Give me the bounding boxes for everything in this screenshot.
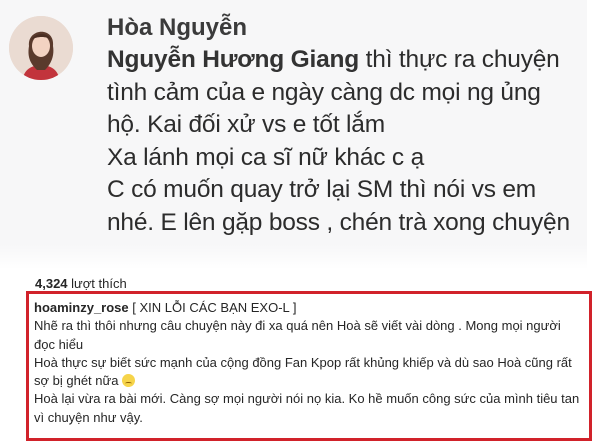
- post-caption: hoaminzy_rose [ XIN LỖI CÁC BẠN EXO-L ] …: [34, 299, 581, 427]
- embedded-comment-screenshot: Hòa Nguyễn Nguyễn Hương Giang thì thực r…: [0, 0, 597, 268]
- comment-line: thì thực ra chuyện: [359, 46, 560, 73]
- caption-title: [ XIN LỖI CÁC BẠN EXO-L ]: [128, 300, 297, 315]
- image-bottom-fade: [0, 244, 597, 268]
- comment-line: tình cảm của e ngày càng dc mọi ng ủng: [107, 78, 541, 106]
- comment-line: hộ. Kai đối xử vs e tốt lắm: [107, 111, 385, 138]
- caption-paragraph: Hoà thực sự biết sức mạnh của cộng đồng …: [34, 354, 572, 389]
- comment-author-name[interactable]: Hòa Nguyễn: [107, 14, 247, 42]
- comment-line: C có muốn quay trở lại SM thì nói vs em: [107, 176, 537, 203]
- comment-mention[interactable]: Nguyễn Hương Giang: [107, 46, 359, 73]
- comment-line: Xa lánh mọi ca sĩ nữ khác c ạ: [107, 143, 425, 171]
- comment-text: Nguyễn Hương Giang thì thực ra chuyện tì…: [107, 44, 592, 239]
- worried-face-emoji-icon: [122, 374, 136, 388]
- caption-paragraph: Hoà lại vừa ra bài mới. Càng sợ mọi ngườ…: [34, 391, 580, 425]
- comment-card: Hòa Nguyễn Nguyễn Hương Giang thì thực r…: [0, 0, 587, 268]
- caption-paragraph: Nhẽ ra thì thôi nhưng câu chuyện này đi …: [34, 318, 561, 352]
- likes-label: lượt thích: [71, 276, 127, 291]
- likes-count[interactable]: 4,324 lượt thích: [35, 276, 127, 291]
- caption-highlight-box: hoaminzy_rose [ XIN LỖI CÁC BẠN EXO-L ] …: [26, 291, 592, 441]
- likes-number: 4,324: [35, 276, 68, 291]
- caption-username[interactable]: hoaminzy_rose: [34, 300, 129, 315]
- profile-photo-icon: [9, 16, 73, 80]
- commenter-avatar[interactable]: [9, 16, 73, 80]
- comment-line: nhé. E lên gặp boss , chén trà xong chuy…: [107, 208, 570, 236]
